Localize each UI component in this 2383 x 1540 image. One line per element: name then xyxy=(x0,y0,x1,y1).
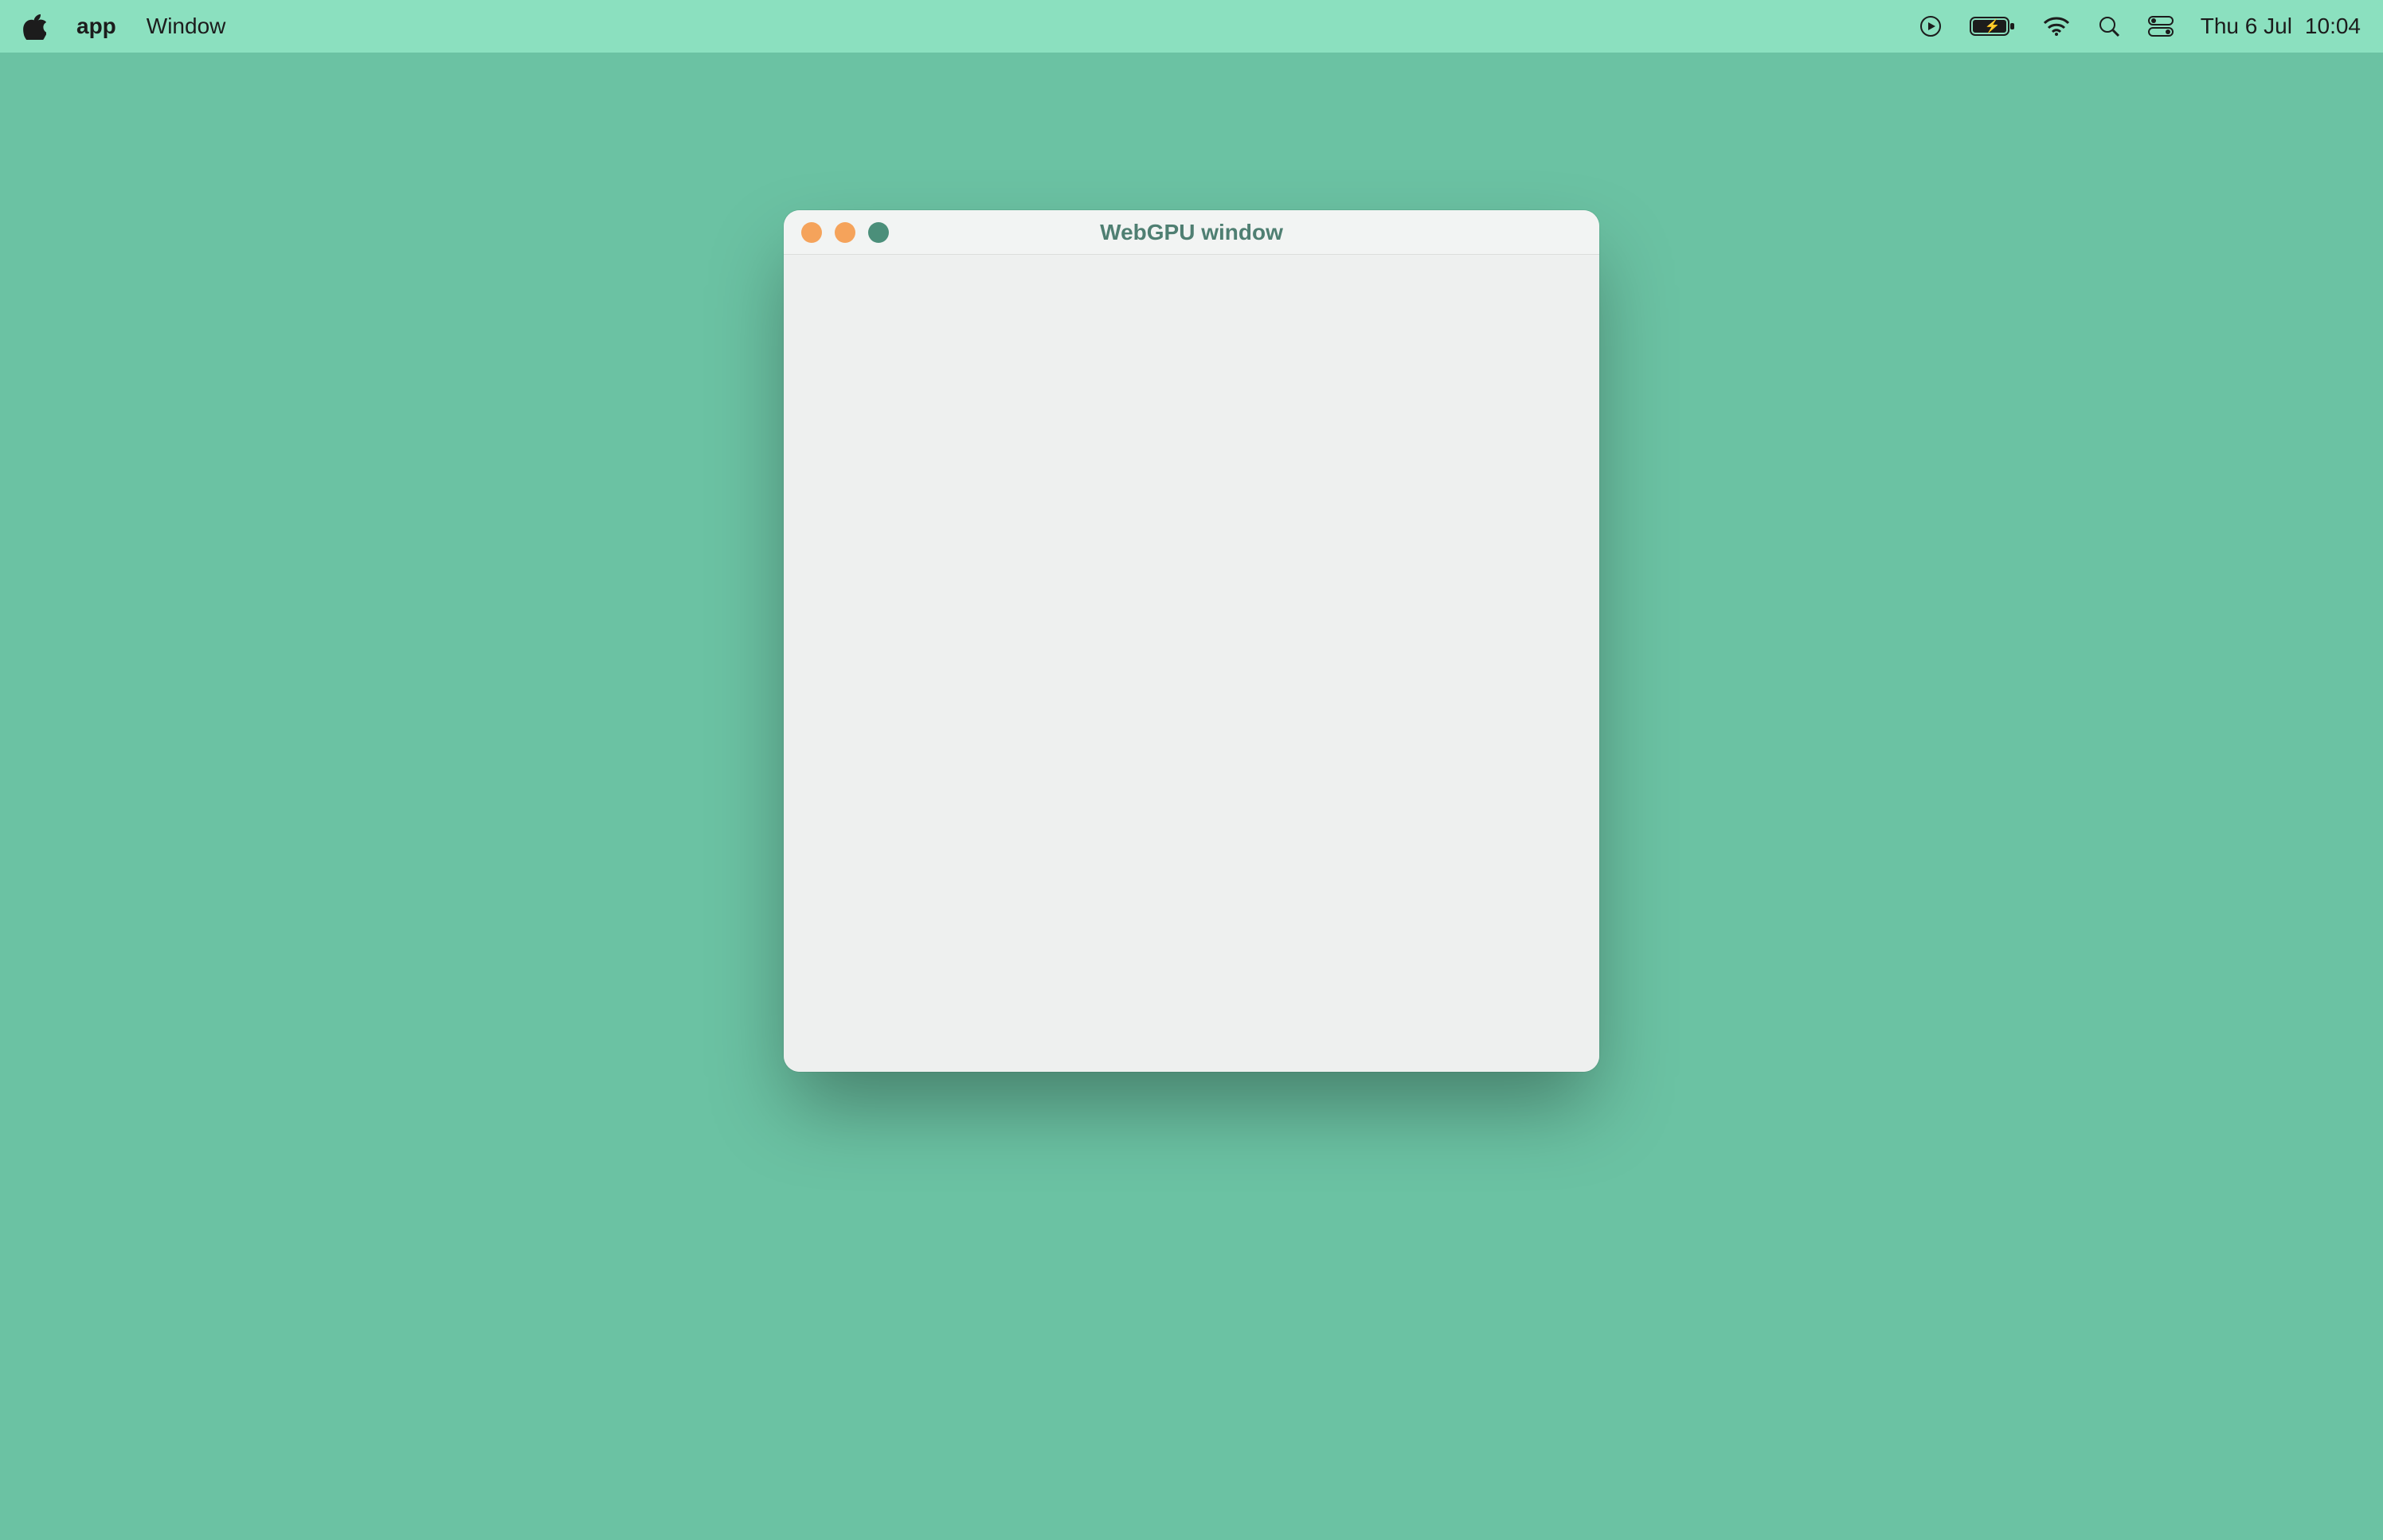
window-content xyxy=(784,255,1599,1072)
media-playing-icon[interactable] xyxy=(1919,14,1943,38)
minimize-button[interactable] xyxy=(835,222,855,243)
menubar-date: Thu 6 Jul xyxy=(2201,14,2292,39)
desktop[interactable]: WebGPU window xyxy=(0,53,2383,1540)
wifi-icon[interactable] xyxy=(2043,16,2070,37)
battery-icon[interactable]: ⚡ xyxy=(1970,15,2016,37)
menubar: app Window ⚡ xyxy=(0,0,2383,53)
traffic-lights xyxy=(801,222,889,243)
menubar-left: app Window xyxy=(22,13,225,40)
menu-window[interactable]: Window xyxy=(147,14,226,39)
close-button[interactable] xyxy=(801,222,822,243)
menubar-right: ⚡ Thu 6 Jul 10:04 xyxy=(1919,14,2361,39)
app-name[interactable]: app xyxy=(76,14,116,39)
apple-menu-icon[interactable] xyxy=(22,13,46,40)
window-titlebar[interactable]: WebGPU window xyxy=(784,210,1599,255)
date-time[interactable]: Thu 6 Jul 10:04 xyxy=(2201,14,2361,39)
window-title: WebGPU window xyxy=(1100,220,1283,245)
app-window: WebGPU window xyxy=(784,210,1599,1072)
control-center-icon[interactable] xyxy=(2148,16,2174,37)
zoom-button[interactable] xyxy=(868,222,889,243)
menubar-time: 10:04 xyxy=(2305,14,2361,39)
battery-charging-icon: ⚡ xyxy=(1985,18,2001,34)
search-icon[interactable] xyxy=(2097,14,2121,38)
